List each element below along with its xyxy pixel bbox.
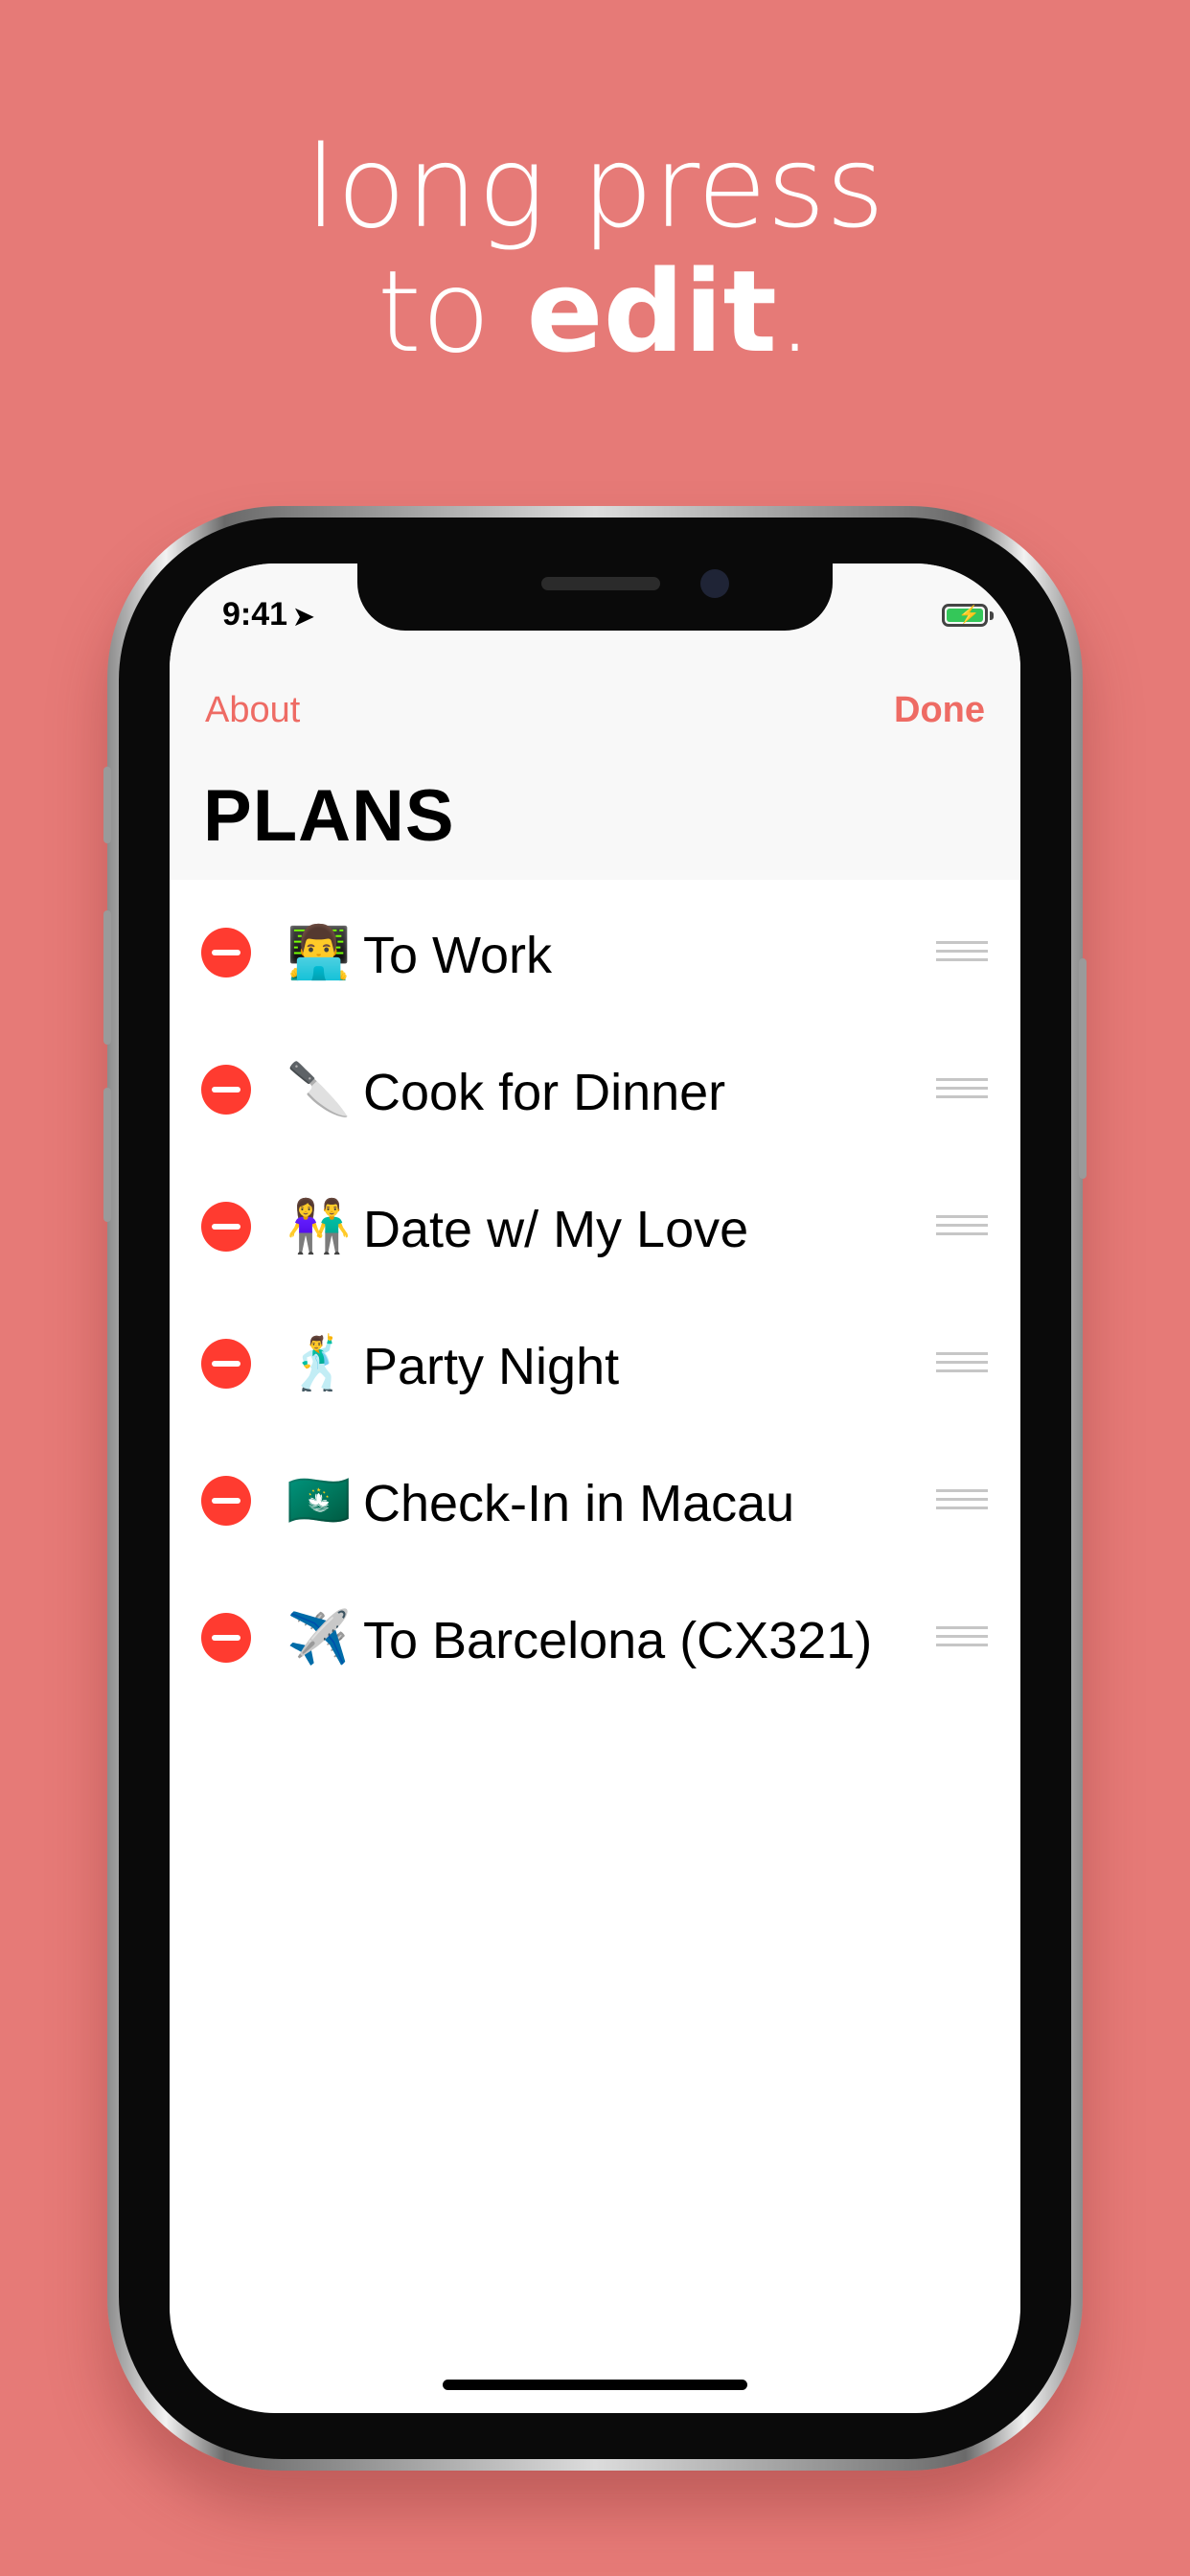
list-item[interactable]: 🔪 Cook for Dinner	[170, 1021, 1020, 1158]
row-label: Date w/ My Love	[363, 1201, 749, 1258]
home-indicator[interactable]	[443, 2380, 747, 2390]
headline-line-1: long press	[305, 121, 885, 253]
row-emoji: ✈️	[286, 1607, 352, 1668]
row-label: Cook for Dinner	[363, 1064, 726, 1121]
row-emoji: 🔪	[286, 1059, 352, 1119]
row-label: Check-In in Macau	[363, 1475, 795, 1532]
about-button[interactable]: About	[205, 690, 300, 731]
silent-switch	[103, 767, 111, 843]
row-emoji: 🇲🇴	[286, 1470, 352, 1530]
reorder-grip-icon[interactable]	[936, 1078, 988, 1104]
status-time-text: 9:41	[222, 596, 288, 632]
list-item[interactable]: 🕺 Party Night	[170, 1295, 1020, 1432]
reorder-grip-icon[interactable]	[936, 941, 988, 967]
plans-list: 👨‍💻 To Work 🔪 Cook for Dinner 👫 Date w/ …	[170, 884, 1020, 1706]
row-label: To Barcelona (CX321)	[363, 1612, 873, 1669]
front-camera	[700, 569, 729, 598]
delete-button[interactable]	[201, 1613, 251, 1663]
list-item[interactable]: 🇲🇴 Check-In in Macau	[170, 1432, 1020, 1569]
headline-line-2: to edit.	[0, 249, 1190, 374]
delete-button[interactable]	[201, 1476, 251, 1526]
volume-down-button	[103, 1088, 111, 1222]
list-item[interactable]: 👫 Date w/ My Love	[170, 1158, 1020, 1295]
delete-button[interactable]	[201, 1065, 251, 1115]
minus-icon	[212, 1087, 240, 1092]
minus-icon	[212, 1635, 240, 1641]
minus-icon	[212, 1224, 240, 1230]
phone-screen: 9:41 ➤ ⚡ About Done PLANS 👨‍💻 To Work 🔪 C…	[170, 564, 1020, 2413]
list-item[interactable]: 👨‍💻 To Work	[170, 884, 1020, 1021]
marketing-headline: long press to edit.	[0, 125, 1190, 374]
notch	[357, 564, 833, 631]
volume-up-button	[103, 910, 111, 1045]
reorder-grip-icon[interactable]	[936, 1352, 988, 1378]
delete-button[interactable]	[201, 1339, 251, 1389]
headline-line-2-bold: edit	[526, 245, 777, 378]
delete-button[interactable]	[201, 1202, 251, 1252]
page-title: PLANS	[203, 775, 455, 857]
location-arrow-icon: ➤	[293, 602, 314, 631]
minus-icon	[212, 1498, 240, 1504]
status-time: 9:41 ➤	[222, 596, 314, 633]
headline-line-2-post: .	[776, 245, 813, 378]
power-button	[1079, 958, 1087, 1179]
row-label: To Work	[363, 927, 553, 984]
row-emoji: 👨‍💻	[286, 922, 352, 982]
row-emoji: 🕺	[286, 1333, 352, 1393]
speaker-grille	[541, 577, 660, 590]
row-label: Party Night	[363, 1338, 620, 1395]
minus-icon	[212, 1361, 240, 1367]
reorder-grip-icon[interactable]	[936, 1489, 988, 1515]
reorder-grip-icon[interactable]	[936, 1215, 988, 1241]
reorder-grip-icon[interactable]	[936, 1626, 988, 1652]
minus-icon	[212, 950, 240, 955]
delete-button[interactable]	[201, 928, 251, 978]
row-emoji: 👫	[286, 1196, 352, 1256]
done-button[interactable]: Done	[894, 690, 985, 731]
headline-line-2-pre: to	[377, 245, 527, 378]
battery-charging-icon: ⚡	[942, 604, 994, 627]
list-item[interactable]: ✈️ To Barcelona (CX321)	[170, 1569, 1020, 1706]
